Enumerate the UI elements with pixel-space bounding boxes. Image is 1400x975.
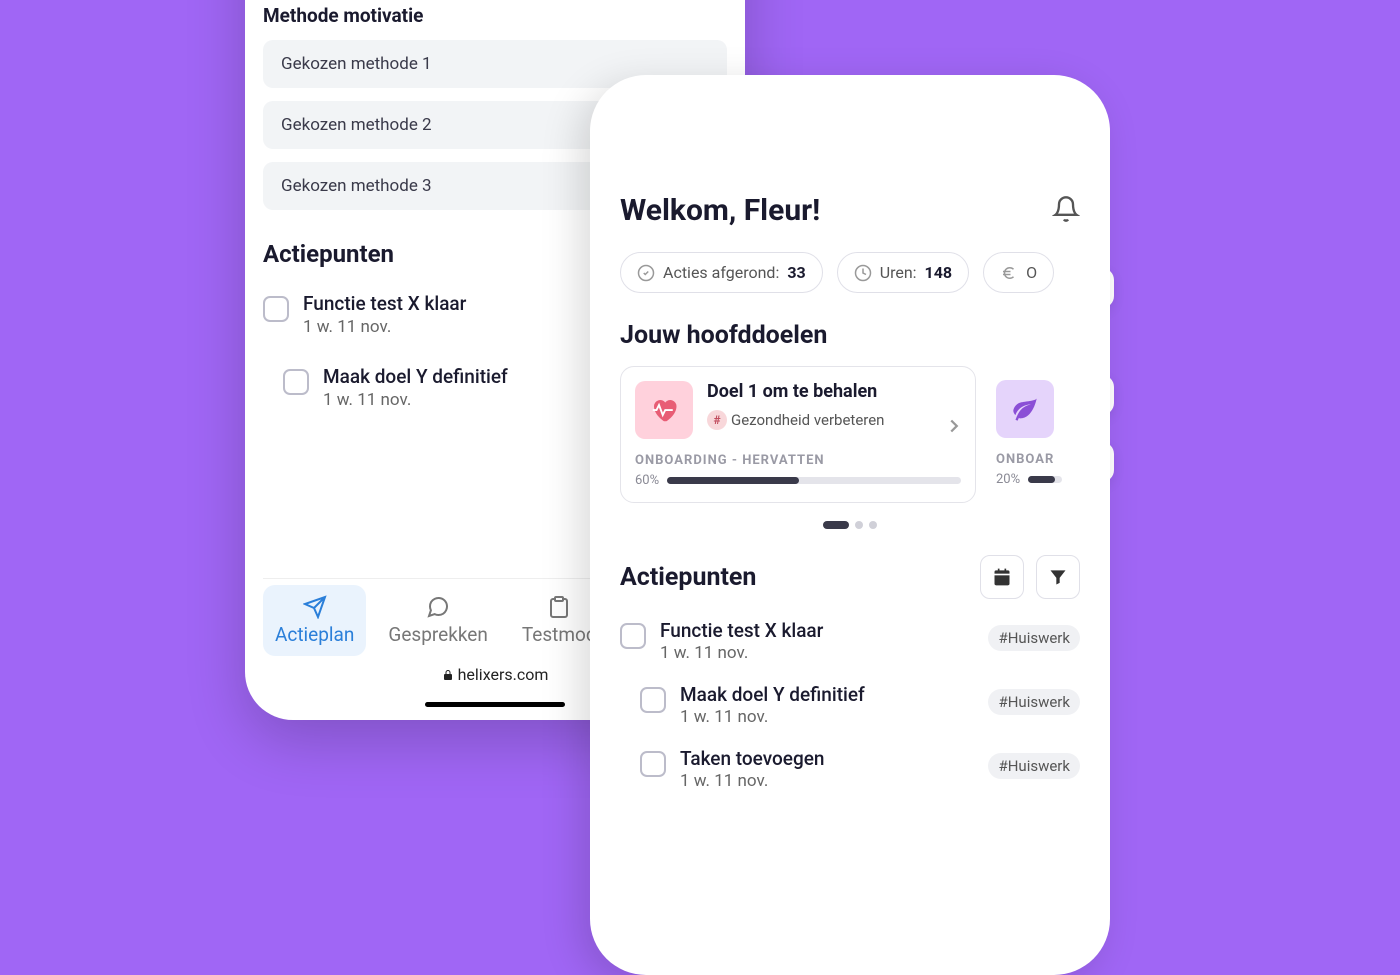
actiepunten-header-buttons bbox=[980, 555, 1080, 599]
carousel-dot[interactable] bbox=[855, 521, 863, 529]
heart-pulse-icon bbox=[649, 395, 679, 425]
action-body: Functie test X klaar 1 w. 11 nov. bbox=[303, 292, 466, 337]
phone-right-content: Welkom, Fleur! Acties afgerond: 33 Uren:… bbox=[590, 75, 1110, 791]
calendar-button[interactable] bbox=[980, 555, 1024, 599]
action-body: Maak doel Y definitief 1 w. 11 nov. bbox=[680, 683, 974, 727]
action-badge: #Huiswerk bbox=[988, 689, 1080, 715]
goal-tag-text: Gezondheid verbeteren bbox=[731, 411, 884, 429]
goals-heading: Jouw hoofddoelen bbox=[620, 321, 1080, 350]
action-date: 1 w. 11 nov. bbox=[660, 643, 974, 663]
action-checkbox[interactable] bbox=[263, 296, 289, 322]
action-checkbox[interactable] bbox=[620, 623, 646, 649]
pill-label: O bbox=[1026, 263, 1037, 282]
action-date: 1 w. 11 nov. bbox=[680, 707, 974, 727]
hash-badge-icon: # bbox=[707, 410, 727, 430]
notifications-button[interactable] bbox=[1052, 195, 1080, 227]
actiepunten-header: Actiepunten bbox=[620, 555, 1080, 599]
action-item[interactable]: Maak doel Y definitief 1 w. 11 nov. #Hui… bbox=[620, 683, 1080, 727]
action-title: Functie test X klaar bbox=[303, 292, 466, 315]
action-body: Taken toevoegen 1 w. 11 nov. bbox=[680, 747, 974, 791]
action-badge: #Huiswerk bbox=[988, 753, 1080, 779]
action-date: 1 w. 11 nov. bbox=[323, 390, 508, 410]
pill-label: Uren: bbox=[880, 263, 917, 282]
action-item[interactable]: Taken toevoegen 1 w. 11 nov. #Huiswerk bbox=[620, 747, 1080, 791]
clock-icon bbox=[854, 264, 872, 282]
pill-acties-afgerond[interactable]: Acties afgerond: 33 bbox=[620, 252, 823, 293]
carousel-dots[interactable] bbox=[620, 521, 1080, 529]
action-item[interactable]: Functie test X klaar 1 w. 11 nov. #Huisw… bbox=[620, 619, 1080, 663]
goal-icon-heart bbox=[635, 381, 693, 439]
welcome-title: Welkom, Fleur! bbox=[620, 193, 820, 228]
action-body: Maak doel Y definitief 1 w. 11 nov. bbox=[323, 365, 508, 410]
bell-icon bbox=[1052, 195, 1080, 223]
goal-open-button[interactable] bbox=[943, 415, 965, 441]
filter-button[interactable] bbox=[1036, 555, 1080, 599]
action-checkbox[interactable] bbox=[283, 369, 309, 395]
leaf-icon bbox=[1011, 395, 1039, 423]
pill-value: 33 bbox=[787, 263, 805, 282]
goal-progress-bar bbox=[1028, 476, 1062, 483]
goal-progress-row: 60% bbox=[635, 473, 961, 488]
calendar-icon bbox=[992, 567, 1012, 587]
chevron-right-icon bbox=[943, 415, 965, 437]
goal-tag: # Gezondheid verbeteren bbox=[707, 410, 884, 430]
chat-icon bbox=[426, 595, 450, 619]
tab-actieplan[interactable]: Actieplan bbox=[263, 585, 366, 656]
goal-progress-fill bbox=[667, 477, 799, 484]
clipboard-icon bbox=[547, 595, 571, 619]
phone-mockup-right: Welkom, Fleur! Acties afgerond: 33 Uren:… bbox=[590, 75, 1110, 975]
header-row: Welkom, Fleur! bbox=[620, 193, 1080, 228]
goal-progress-label: ONBOARDING - HERVATTEN bbox=[635, 453, 961, 468]
action-body: Functie test X klaar 1 w. 11 nov. bbox=[660, 619, 974, 663]
action-title: Functie test X klaar bbox=[660, 619, 974, 642]
goal-progress-row: 20% bbox=[996, 472, 1062, 487]
methode-heading: Methode motivatie bbox=[263, 4, 727, 27]
euro-icon bbox=[1000, 264, 1018, 282]
goal-progress-fill bbox=[1028, 476, 1055, 483]
check-circle-icon bbox=[637, 264, 655, 282]
pill-uren[interactable]: Uren: 148 bbox=[837, 252, 969, 293]
goal-card-1[interactable]: Doel 1 om te behalen # Gezondheid verbet… bbox=[620, 366, 976, 503]
tab-gesprekken[interactable]: Gesprekken bbox=[376, 585, 499, 656]
goal-card-2[interactable]: ONBOAR 20% bbox=[996, 366, 1076, 503]
goals-carousel[interactable]: Doel 1 om te behalen # Gezondheid verbet… bbox=[620, 366, 1080, 503]
goal-text: Doel 1 om te behalen # Gezondheid verbet… bbox=[707, 381, 884, 430]
actiepunten-heading: Actiepunten bbox=[620, 563, 756, 592]
stats-pills[interactable]: Acties afgerond: 33 Uren: 148 O bbox=[620, 252, 1080, 293]
goal-progress-bar bbox=[667, 477, 961, 484]
tab-label: Actieplan bbox=[275, 623, 354, 646]
goal-progress-percent: 20% bbox=[996, 472, 1020, 487]
action-checkbox[interactable] bbox=[640, 751, 666, 777]
lock-icon bbox=[442, 669, 454, 681]
pill-label: Acties afgerond: bbox=[663, 263, 779, 282]
goal-top: Doel 1 om te behalen # Gezondheid verbet… bbox=[635, 381, 961, 439]
send-icon bbox=[303, 595, 327, 619]
action-title: Maak doel Y definitief bbox=[680, 683, 974, 706]
action-badge: #Huiswerk bbox=[988, 625, 1080, 651]
goal-title: Doel 1 om te behalen bbox=[707, 381, 884, 402]
carousel-dot-active[interactable] bbox=[823, 521, 849, 529]
pill-value: 148 bbox=[925, 263, 953, 282]
action-date: 1 w. 11 nov. bbox=[303, 317, 466, 337]
goal-progress-label: ONBOAR bbox=[996, 452, 1062, 467]
action-title: Maak doel Y definitief bbox=[323, 365, 508, 388]
pill-euro[interactable]: O bbox=[983, 252, 1054, 293]
tab-label: Testmod bbox=[522, 623, 597, 646]
tab-label: Gesprekken bbox=[388, 623, 487, 646]
action-checkbox[interactable] bbox=[640, 687, 666, 713]
filter-icon bbox=[1048, 567, 1068, 587]
url-text: helixers.com bbox=[458, 665, 549, 684]
action-date: 1 w. 11 nov. bbox=[680, 771, 974, 791]
carousel-dot[interactable] bbox=[869, 521, 877, 529]
goal-icon-leaf bbox=[996, 380, 1054, 438]
action-title: Taken toevoegen bbox=[680, 747, 974, 770]
home-indicator bbox=[425, 702, 565, 707]
goal-progress-percent: 60% bbox=[635, 473, 659, 488]
